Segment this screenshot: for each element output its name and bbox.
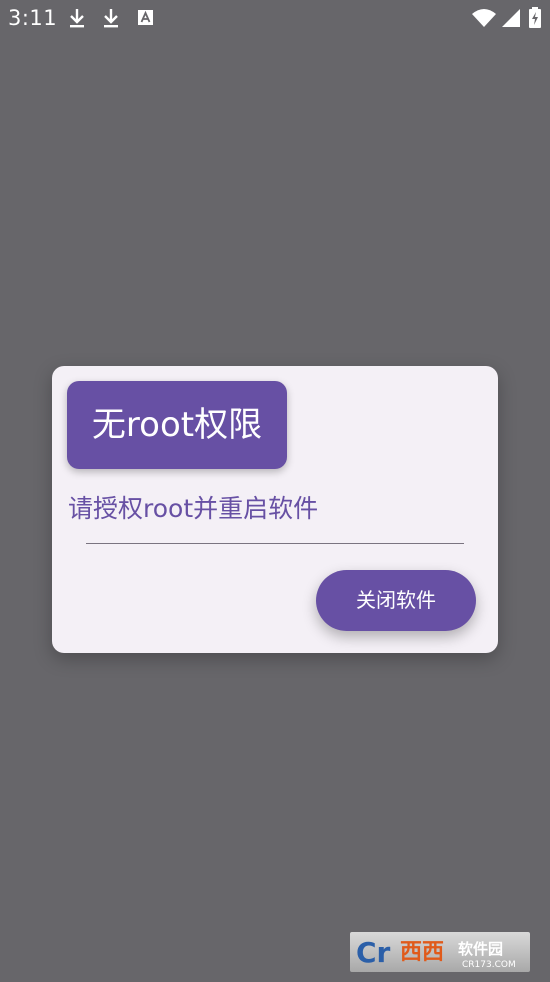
status-time: 3:11: [8, 6, 58, 30]
divider: [86, 543, 464, 544]
alert-dialog: 无root权限 请授权root并重启软件 关闭软件: [52, 366, 498, 653]
dialog-message: 请授权root并重启软件: [68, 494, 319, 523]
download-icon: [104, 9, 118, 28]
close-app-button[interactable]: 关闭软件: [316, 570, 476, 631]
svg-text:软件园: 软件园: [458, 940, 503, 958]
watermark-logo-image: Cr 西西 软件园 CR173.COM: [356, 936, 516, 970]
status-bar: 3:11: [0, 0, 550, 36]
svg-text:西西: 西西: [400, 940, 444, 965]
font-notification-icon: [138, 10, 153, 25]
svg-text:Cr: Cr: [356, 936, 391, 969]
download-icon: [70, 9, 84, 28]
wifi-icon: [472, 9, 496, 27]
watermark-logo: Cr 西西 软件园 CR173.COM: [350, 932, 530, 972]
signal-icon: [502, 9, 520, 27]
battery-icon: [529, 7, 541, 28]
dialog-title: 无root权限: [67, 381, 287, 469]
svg-text:CR173.COM: CR173.COM: [462, 960, 516, 970]
